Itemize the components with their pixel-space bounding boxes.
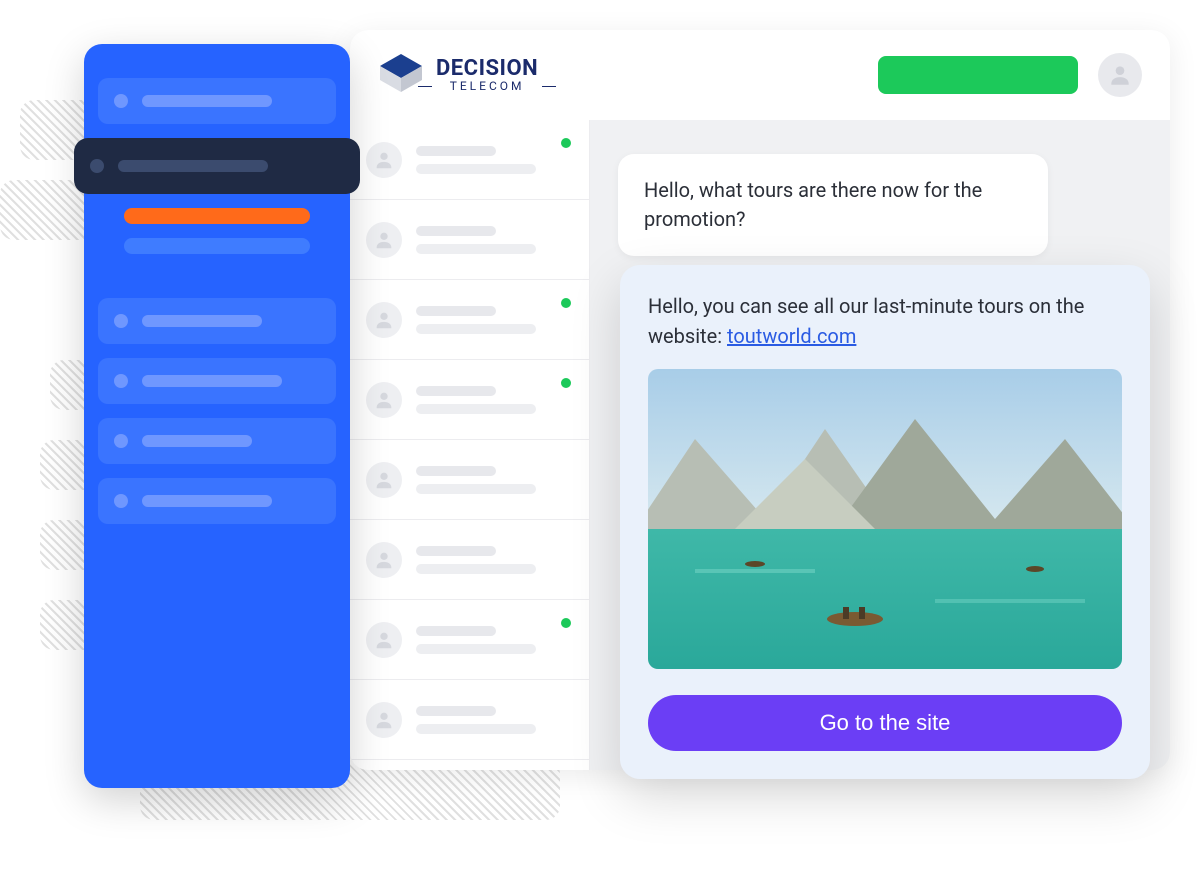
brand-word-2: TELECOM	[436, 80, 538, 92]
conversation-item[interactable]	[350, 520, 589, 600]
user-icon	[373, 389, 395, 411]
user-icon	[1107, 62, 1133, 88]
conversation-item[interactable]	[350, 200, 589, 280]
outgoing-message-card: Hello, you can see all our last-minute t…	[620, 265, 1150, 779]
online-indicator-icon	[561, 618, 571, 628]
conversation-item[interactable]	[350, 280, 589, 360]
conversation-avatar	[366, 622, 402, 658]
go-to-site-button[interactable]: Go to the site	[648, 695, 1122, 751]
user-icon	[373, 149, 395, 171]
sidebar-item[interactable]	[98, 478, 336, 524]
conversation-preview	[416, 546, 536, 574]
conversation-avatar	[366, 462, 402, 498]
conversation-preview	[416, 386, 536, 414]
conversation-avatar	[366, 142, 402, 178]
app-header: DECISION TELECOM	[350, 30, 1170, 120]
conversation-avatar	[366, 382, 402, 418]
tour-image	[648, 369, 1122, 669]
sidebar-item[interactable]	[98, 298, 336, 344]
nav-sidebar	[84, 44, 350, 788]
conversation-preview	[416, 626, 536, 654]
conversation-preview	[416, 306, 536, 334]
brand-word-1: DECISION	[436, 58, 538, 80]
user-icon	[373, 229, 395, 251]
conversation-list	[350, 120, 590, 770]
conversation-item[interactable]	[350, 600, 589, 680]
online-indicator-icon	[561, 298, 571, 308]
header-action-button[interactable]	[878, 56, 1078, 94]
profile-avatar[interactable]	[1098, 53, 1142, 97]
sidebar-item-active[interactable]	[74, 138, 360, 194]
conversation-avatar	[366, 702, 402, 738]
conversation-preview	[416, 146, 536, 174]
sidebar-item[interactable]	[98, 78, 336, 124]
conversation-item[interactable]	[350, 440, 589, 520]
conversation-preview	[416, 226, 536, 254]
user-icon	[373, 309, 395, 331]
conversation-item[interactable]	[350, 680, 589, 760]
outgoing-text-prefix: Hello, you can see all our last-minute t…	[648, 294, 1084, 348]
sidebar-item[interactable]	[98, 418, 336, 464]
conversation-avatar	[366, 302, 402, 338]
user-icon	[373, 629, 395, 651]
sidebar-subitem[interactable]	[124, 208, 310, 224]
conversation-item[interactable]	[350, 120, 589, 200]
sidebar-item[interactable]	[98, 358, 336, 404]
brand-logo: DECISION TELECOM	[378, 52, 538, 98]
incoming-message-text: Hello, what tours are there now for the …	[644, 178, 982, 231]
sidebar-subitem[interactable]	[124, 238, 310, 254]
incoming-message-bubble: Hello, what tours are there now for the …	[618, 154, 1048, 256]
user-icon	[373, 709, 395, 731]
online-indicator-icon	[561, 138, 571, 148]
outgoing-message-text: Hello, you can see all our last-minute t…	[648, 291, 1122, 351]
user-icon	[373, 549, 395, 571]
conversation-avatar	[366, 222, 402, 258]
online-indicator-icon	[561, 378, 571, 388]
conversation-item[interactable]	[350, 360, 589, 440]
outgoing-link[interactable]: toutworld.com	[727, 324, 856, 348]
conversation-avatar	[366, 542, 402, 578]
logo-icon	[378, 52, 424, 98]
cta-label: Go to the site	[820, 710, 951, 735]
user-icon	[373, 469, 395, 491]
conversation-preview	[416, 466, 536, 494]
conversation-preview	[416, 706, 536, 734]
